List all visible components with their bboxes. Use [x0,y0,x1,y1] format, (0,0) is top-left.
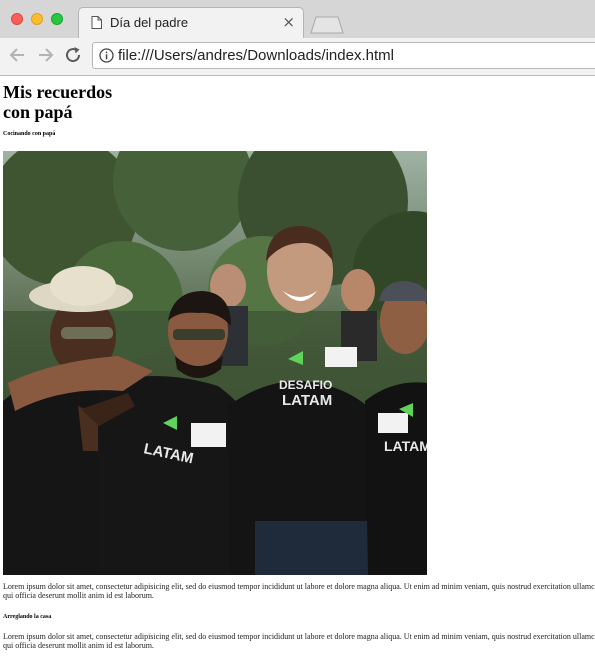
url-text: file:///Users/andres/Downloads/index.htm… [118,47,394,64]
arrow-right-icon [34,48,56,70]
address-bar[interactable]: file:///Users/andres/Downloads/index.htm… [92,42,595,69]
document-icon [91,16,102,34]
window-minimize-button[interactable] [31,13,43,25]
paragraph-fixing-house: Lorem ipsum dolor sit amet, consectetur … [3,632,595,650]
new-tab-button[interactable] [310,16,344,39]
shirt-logo-line2: LATAM [282,392,332,409]
reload-icon [62,47,84,70]
browser-toolbar: file:///Users/andres/Downloads/index.htm… [0,38,595,75]
window-close-button[interactable] [11,13,23,25]
section-heading-cooking: Cocinando con papá [3,131,56,137]
tab-strip: Día del padre × [0,0,595,38]
paragraph-line: Lorem ipsum dolor sit amet, consectetur … [3,632,595,641]
section-heading-fixing-house: Arreglando la casa [3,614,52,620]
browser-tab[interactable]: Día del padre × [78,7,304,38]
paragraph-line: qui officia deserunt mollit anim id est … [3,591,154,600]
group-photo-illustration: DESAFIO LATAM LATAM LATAM [3,151,427,575]
shirt-logo-line1: DESAFIO [279,378,332,392]
reload-button[interactable] [62,44,84,66]
forward-button[interactable] [34,44,56,66]
tab-close-button[interactable]: × [282,13,295,31]
browser-chrome: Día del padre × file:///Users/andres/Dow… [0,0,595,76]
paragraph-line: Lorem ipsum dolor sit amet, consectetur … [3,582,595,591]
back-button[interactable] [7,44,29,66]
window-maximize-button[interactable] [51,13,63,25]
group-photo: DESAFIO LATAM LATAM LATAM [3,151,427,575]
shirt-logo-right-text: LATAM [384,438,427,454]
page-title: Mis recuerdos con papá [3,82,113,122]
arrow-left-icon [7,48,29,70]
paragraph-line: qui officia deserunt mollit anim id est … [3,641,154,650]
page-content: Mis recuerdos con papá Cocinando con pap… [3,76,595,657]
info-icon[interactable] [99,48,114,68]
paragraph-cooking: Lorem ipsum dolor sit amet, consectetur … [3,582,595,600]
tab-title: Día del padre [110,15,189,30]
